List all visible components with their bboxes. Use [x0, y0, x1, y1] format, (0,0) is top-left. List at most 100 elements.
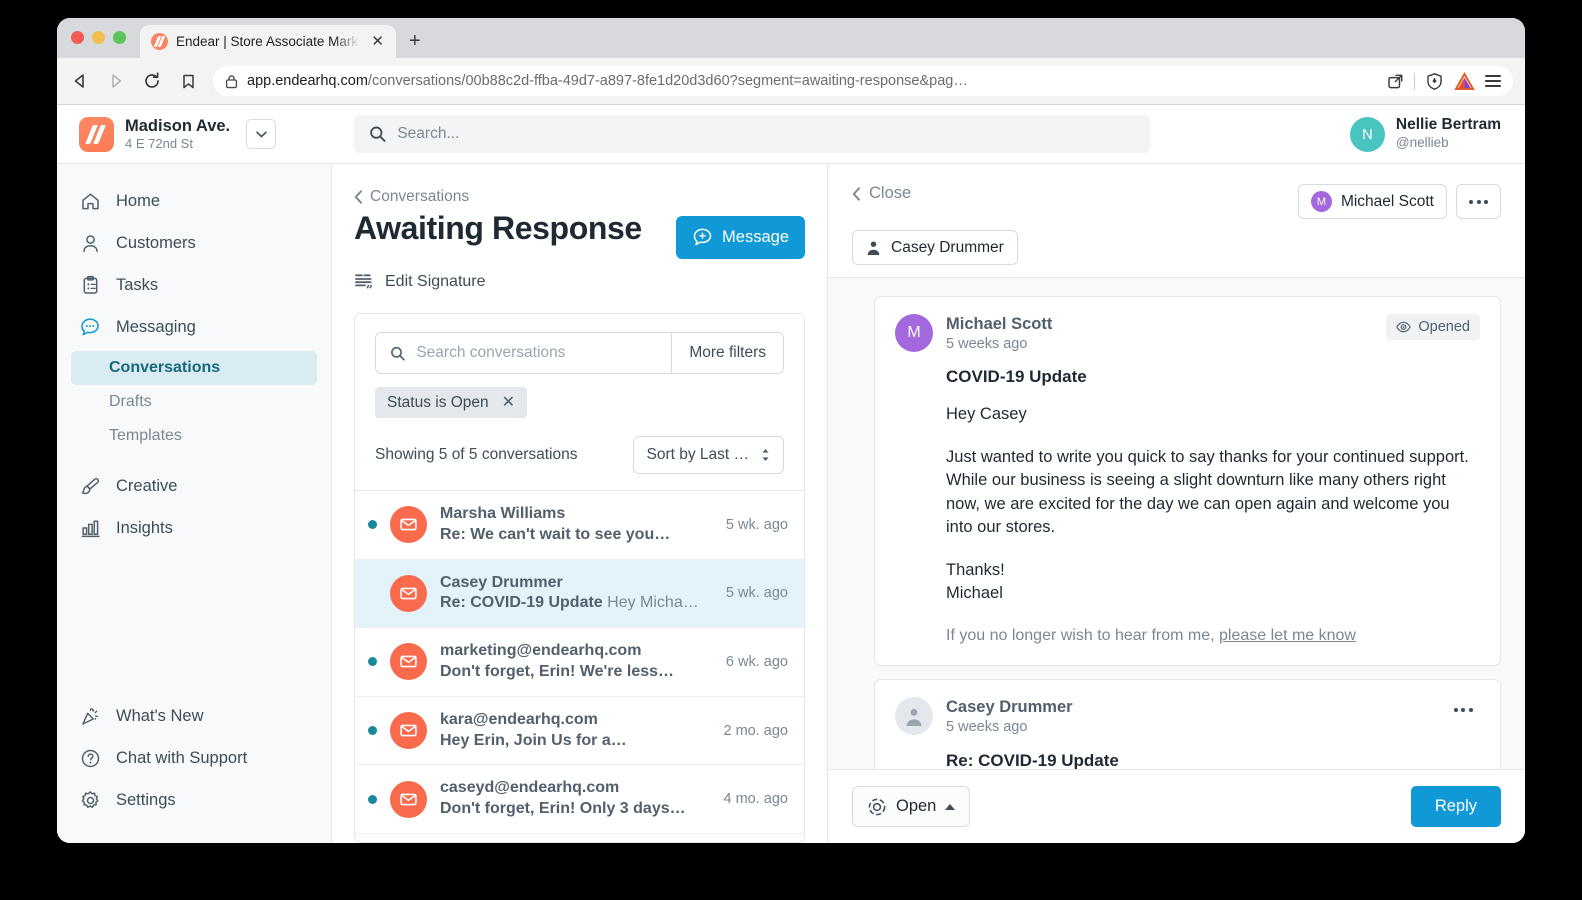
email-avatar-icon: [390, 643, 427, 681]
thread-footer: Open Reply: [828, 769, 1525, 843]
conversation-sender: caseyd@endearhq.com: [440, 779, 620, 797]
global-search-input[interactable]: [397, 125, 1135, 143]
global-search-box[interactable]: [354, 115, 1150, 153]
email-avatar-icon: [390, 712, 427, 750]
message-plus-icon: [693, 228, 712, 246]
store-name: Madison Ave.: [125, 116, 231, 135]
conversation-time: 5 wk. ago: [725, 516, 788, 533]
conversation-row[interactable]: Marsha Williams Re: We can't wait to see…: [355, 491, 804, 560]
filter-chip-status[interactable]: Status is Open ✕: [375, 387, 528, 418]
close-thread-button[interactable]: Close: [852, 184, 911, 203]
message-subject: COVID-19 Update: [946, 367, 1087, 387]
browser-toolbar: app.endearhq.com/conversations/00b88c2d-…: [57, 58, 1525, 105]
thread-messages[interactable]: M Michael Scott 5 weeks ago Opened COVID…: [828, 278, 1525, 769]
endear-logo-icon: [79, 116, 114, 152]
conversation-preview: Don't forget, Erin! Only 3 days…: [440, 800, 686, 818]
message-signoff: Thanks!: [946, 560, 1005, 579]
message-body: Hey Casey Just wanted to write you quick…: [946, 403, 1480, 605]
sidebar-item-messaging[interactable]: Messaging: [57, 306, 331, 348]
sort-label: Sort by Last …: [646, 446, 749, 463]
conversation-status-button[interactable]: Open: [852, 786, 971, 827]
browser-tab[interactable]: Endear | Store Associate Marketing ✕: [140, 25, 396, 58]
unsubscribe-text: If you no longer wish to hear from me,: [946, 627, 1220, 645]
status-badge-label: Opened: [1418, 319, 1470, 335]
browser-tab-strip: Endear | Store Associate Marketing ✕ +: [57, 18, 1525, 58]
recipient-name: Casey Drummer: [891, 238, 1004, 256]
lock-icon: [225, 74, 238, 88]
conversation-list[interactable]: Marsha Williams Re: We can't wait to see…: [355, 490, 804, 842]
store-address: 4 E 72nd St: [125, 135, 193, 151]
status-badge: Opened: [1386, 314, 1480, 340]
sort-dropdown[interactable]: Sort by Last …: [633, 436, 784, 474]
list-title-row: Awaiting Response Message: [354, 210, 805, 259]
conversation-search[interactable]: [376, 333, 671, 373]
brave-shield-icon[interactable]: [1425, 72, 1444, 91]
sidebar-item-settings[interactable]: Settings: [57, 779, 331, 821]
conversation-preview: Re: We can't wait to see you…: [440, 525, 671, 543]
sidebar-item-customers[interactable]: Customers: [57, 222, 331, 264]
conversation-search-input[interactable]: [416, 344, 658, 362]
bookmark-icon[interactable]: [177, 70, 199, 92]
close-tab-icon[interactable]: ✕: [368, 32, 387, 51]
address-bar[interactable]: app.endearhq.com/conversations/00b88c2d-…: [213, 66, 1513, 96]
edit-signature-link[interactable]: Edit Signature: [354, 272, 805, 291]
open-status-icon: [868, 798, 886, 815]
more-filters-button[interactable]: More filters: [671, 333, 783, 373]
conversation-row[interactable]: marketing@endearhq.com Don't forget, Eri…: [355, 628, 804, 697]
sidebar-item-chat-with-support[interactable]: Chat with Support: [57, 737, 331, 779]
breadcrumb[interactable]: Conversations: [354, 188, 805, 206]
conversation-status-label: Open: [896, 797, 937, 815]
sidebar-item-drafts[interactable]: Drafts: [71, 385, 317, 419]
message-time: 5 weeks ago: [946, 335, 1028, 352]
user-name: Nellie Bertram: [1395, 116, 1501, 134]
page-title: Awaiting Response: [354, 210, 642, 246]
sidebar-item-templates[interactable]: Templates: [71, 419, 317, 453]
conversation-row[interactable]: Casey Drummer Re: COVID-19 Update Hey Mi…: [355, 559, 804, 629]
brave-lion-logo-icon[interactable]: [1454, 71, 1475, 91]
reply-button[interactable]: Reply: [1410, 786, 1501, 827]
recipient-chip[interactable]: Casey Drummer: [852, 230, 1018, 265]
store-dropdown-button[interactable]: [246, 119, 277, 149]
message-card: Casey Drummer 5 weeks ago Re: COVID-19 U…: [874, 679, 1501, 769]
close-window-button[interactable]: [71, 30, 84, 44]
new-tab-button[interactable]: +: [409, 30, 421, 58]
sidebar-item-creative[interactable]: Creative: [57, 465, 331, 507]
sidebar-item-whats-new[interactable]: What's New: [57, 695, 331, 737]
gear-icon: [79, 789, 101, 811]
sidebar-item-label: Settings: [116, 790, 176, 809]
reload-icon[interactable]: [141, 70, 163, 92]
search-icon: [370, 126, 386, 142]
sidebar-item-home[interactable]: Home: [57, 180, 331, 222]
message-more-options-button[interactable]: [1446, 697, 1480, 723]
assignee-button[interactable]: M Michael Scott: [1297, 184, 1447, 219]
message-subject: Re: COVID-19 Update: [946, 750, 1119, 769]
open-external-icon[interactable]: [1387, 73, 1404, 90]
sidebar-item-insights[interactable]: Insights: [57, 507, 331, 549]
conversation-row[interactable]: kara@endearhq.com Hey Erin, Join Us for …: [355, 696, 804, 766]
back-icon[interactable]: [69, 70, 91, 92]
email-avatar-icon: [390, 506, 427, 544]
sidebar-item-conversations[interactable]: Conversations: [71, 351, 317, 385]
store-switcher[interactable]: Madison Ave. 4 E 72nd St: [57, 116, 332, 152]
unread-indicator: [368, 520, 377, 530]
sidebar-item-label: What's New: [116, 706, 204, 725]
unsubscribe-link[interactable]: please let me know: [1219, 627, 1356, 644]
app-header: Madison Ave. 4 E 72nd St N Nellie Bertra…: [57, 105, 1525, 164]
thread-header: Close M Michael Scott Casey Drummer: [828, 164, 1525, 278]
browser-menu-icon[interactable]: [1485, 75, 1501, 87]
bar-chart-icon: [79, 517, 101, 539]
minimize-window-button[interactable]: [92, 30, 105, 44]
sidebar-item-tasks[interactable]: Tasks: [57, 264, 331, 306]
maximize-window-button[interactable]: [113, 30, 126, 44]
user-menu[interactable]: N Nellie Bertram @nellieb: [1349, 116, 1525, 152]
remove-filter-icon[interactable]: ✕: [502, 394, 515, 411]
thread-more-options-button[interactable]: [1456, 184, 1501, 219]
unread-indicator: [368, 657, 377, 667]
new-message-button[interactable]: Message: [676, 216, 805, 259]
url-host: app.endearhq.com: [247, 73, 368, 89]
chevron-up-icon: [945, 803, 956, 810]
list-filters: More filters Status is Open ✕ Showing 5 …: [355, 314, 804, 490]
sidebar-item-label: Chat with Support: [116, 748, 248, 767]
conversation-row[interactable]: caseyd@endearhq.com Don't forget, Erin! …: [355, 765, 804, 834]
conversation-list-panel: More filters Status is Open ✕ Showing 5 …: [354, 313, 805, 843]
